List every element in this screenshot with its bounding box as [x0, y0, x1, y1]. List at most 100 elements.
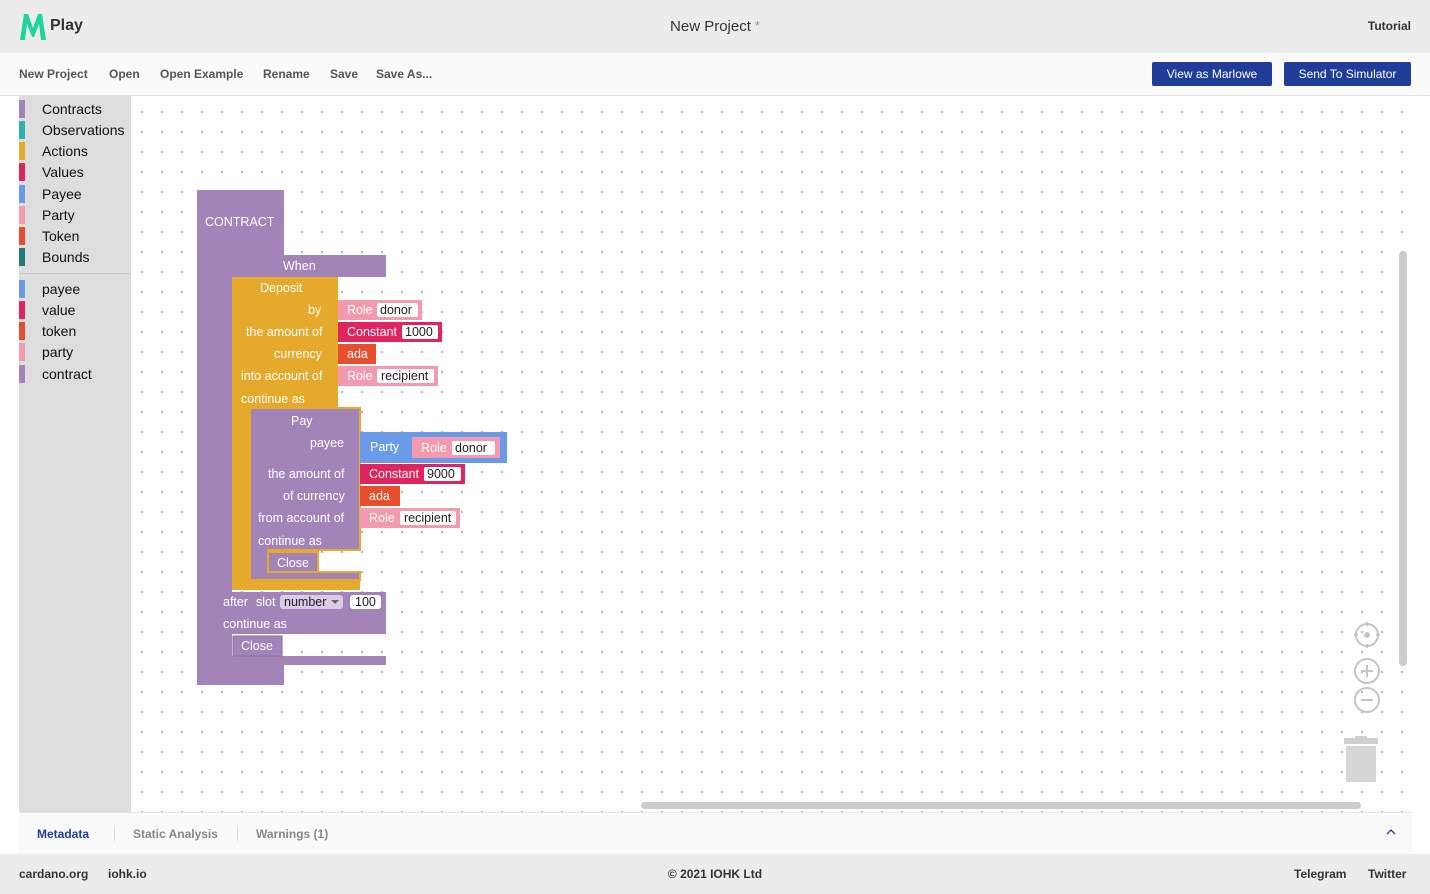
role-name: donor [380, 303, 412, 317]
constant-label: Constant [369, 467, 420, 481]
pay-role-recipient-block[interactable]: Role recipient [360, 508, 460, 528]
pay-close-block[interactable]: Close [267, 551, 319, 573]
toolbox-variable-token[interactable]: token [19, 321, 131, 341]
toolbox-variable-payee[interactable]: payee [19, 279, 131, 299]
bottom-panel-tabs: Metadata Static Analysis Warnings (1) [19, 812, 1412, 854]
payee-party-block[interactable]: Party Role donor [360, 432, 507, 463]
toolbox-separator [19, 273, 131, 274]
category-label: Party [42, 207, 75, 223]
pay-amount-of-label: the amount of [268, 467, 345, 481]
timeout-close-block[interactable]: Close [232, 635, 283, 657]
open-menu-item[interactable]: Open [109, 67, 140, 81]
open-example-menu-item[interactable]: Open Example [160, 67, 243, 81]
workspace-vertical-scrollbar[interactable] [1399, 251, 1407, 666]
by-label: by [308, 303, 322, 317]
party-label: Party [370, 440, 400, 454]
recenter-icon[interactable] [1353, 621, 1381, 649]
variable-swatch [19, 280, 25, 298]
tab-metadata[interactable]: Metadata [37, 827, 89, 841]
of-currency-label: of currency [283, 489, 346, 503]
close-label: Close [277, 556, 309, 570]
slot-label: slot [256, 595, 276, 609]
toolbox-category-bounds[interactable]: Bounds [19, 247, 131, 267]
zoom-out-icon[interactable] [1353, 686, 1381, 714]
slot-type-value: number [284, 595, 326, 609]
constant-9000-block[interactable]: Constant 9000 [360, 464, 465, 484]
deposit-label: Deposit [260, 281, 303, 295]
amount-of-label: the amount of [246, 325, 323, 339]
app-footer: cardano.org iohk.io © 2021 IOHK Ltd Tele… [0, 854, 1430, 894]
toolbox-category-party[interactable]: Party [19, 205, 131, 225]
toolbox-category-payee[interactable]: Payee [19, 184, 131, 204]
category-swatch [19, 248, 25, 266]
view-as-marlowe-button[interactable]: View as Marlowe [1152, 62, 1272, 86]
deposit-continue-label: continue as [241, 392, 305, 406]
trash-icon[interactable] [1343, 736, 1379, 784]
new-project-menu-item[interactable]: New Project [19, 67, 88, 81]
category-swatch [19, 163, 25, 181]
variable-swatch [19, 365, 25, 383]
rename-menu-item[interactable]: Rename [263, 67, 310, 81]
token-label: ada [347, 347, 368, 361]
tab-warnings[interactable]: Warnings (1) [256, 827, 328, 841]
slot-value-field[interactable]: 100 [350, 595, 381, 609]
variable-label: value [42, 302, 76, 318]
twitter-link[interactable]: Twitter [1368, 867, 1406, 881]
role-recipient-block[interactable]: Role recipient [338, 366, 438, 386]
toolbox-category-token[interactable]: Token [19, 226, 131, 246]
toolbox-category-values[interactable]: Values [19, 162, 131, 182]
zoom-in-icon[interactable] [1353, 657, 1381, 685]
chevron-up-icon[interactable] [1386, 827, 1396, 837]
payee-label: payee [310, 436, 344, 450]
role-name: recipient [404, 511, 452, 525]
constant-value: 9000 [427, 467, 455, 481]
variable-label: party [42, 344, 74, 360]
category-label: Values [42, 164, 84, 180]
role-label: Role [347, 369, 373, 383]
ada-token-block[interactable]: ada [338, 344, 376, 364]
pay-continue-label: continue as [258, 534, 322, 548]
blockly-toolbox: Contracts Observations Actions Values Pa… [19, 96, 131, 812]
workspace-horizontal-scrollbar[interactable] [641, 802, 1361, 809]
toolbox-category-observations[interactable]: Observations [19, 120, 131, 140]
toolbox-category-actions[interactable]: Actions [19, 141, 131, 161]
constant-label: Constant [347, 325, 398, 339]
tutorial-link[interactable]: Tutorial [1368, 19, 1411, 33]
app-header: Play New Project * Tutorial [0, 0, 1430, 53]
toolbox-variable-value[interactable]: value [19, 300, 131, 320]
category-label: Payee [42, 186, 82, 202]
category-swatch [19, 142, 25, 160]
toolbox-variable-contract[interactable]: contract [19, 364, 131, 384]
toolbox-variable-party[interactable]: party [19, 342, 131, 362]
currency-label: currency [274, 347, 323, 361]
send-to-simulator-button[interactable]: Send To Simulator [1284, 62, 1411, 86]
variable-swatch [19, 322, 25, 340]
category-label: Contracts [42, 101, 102, 117]
slot-value: 100 [355, 595, 376, 609]
constant-1000-block[interactable]: Constant 1000 [338, 322, 442, 342]
slot-type-dropdown[interactable]: number [280, 595, 343, 609]
category-label: Token [42, 228, 80, 244]
from-account-label: from account of [258, 511, 345, 525]
category-label: Observations [42, 122, 125, 138]
tab-separator [114, 825, 115, 841]
menu-bar: New Project Open Open Example Rename Sav… [0, 53, 1430, 96]
contract-label: CONTRACT [205, 215, 275, 229]
blockly-workspace[interactable]: CONTRACT When after slot number 100 cont… [131, 96, 1412, 812]
telegram-link[interactable]: Telegram [1294, 867, 1346, 881]
save-as-menu-item[interactable]: Save As... [376, 67, 432, 81]
category-label: Bounds [42, 249, 90, 265]
role-name: recipient [381, 369, 429, 383]
variable-label: contract [42, 366, 92, 382]
toolbox-category-contracts[interactable]: Contracts [19, 99, 131, 119]
when-label: When [283, 259, 316, 273]
pay-ada-token-block[interactable]: ada [360, 486, 400, 506]
close-label: Close [241, 639, 273, 653]
project-name: New Project [670, 18, 751, 35]
role-label: Role [369, 511, 395, 525]
role-donor-block[interactable]: Role donor [338, 300, 422, 320]
save-menu-item[interactable]: Save [330, 67, 358, 81]
tab-separator [237, 825, 238, 841]
variable-swatch [19, 301, 25, 319]
tab-static-analysis[interactable]: Static Analysis [133, 827, 218, 841]
